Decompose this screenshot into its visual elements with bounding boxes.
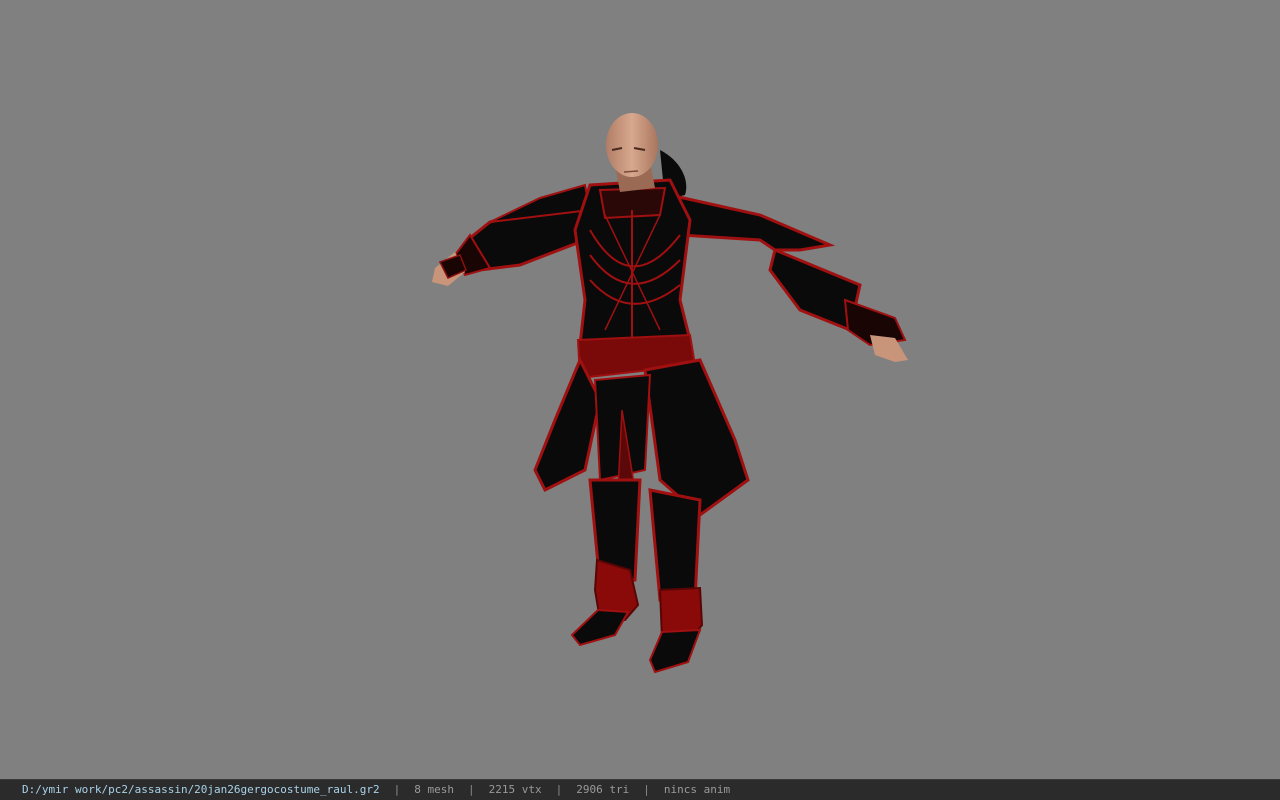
separator: |: [555, 783, 563, 796]
separator: |: [643, 783, 650, 796]
head: [606, 113, 658, 192]
vertex-count: 2215 vtx: [488, 783, 542, 796]
triangle-count: 2906 tri: [576, 783, 630, 796]
skirt: [533, 356, 750, 523]
separator: |: [468, 783, 475, 796]
character-model[interactable]: [0, 0, 1280, 779]
animation-status: nincs anim: [663, 783, 731, 796]
file-path: D:/ymir work/pc2/assassin/20jan26gergoco…: [22, 783, 380, 796]
3d-viewport[interactable]: [0, 0, 1280, 779]
separator: |: [393, 783, 401, 796]
mesh-count: 8 mesh: [414, 783, 454, 796]
status-bar: D:/ymir work/pc2/assassin/20jan26gergoco…: [0, 779, 1280, 800]
torso: [573, 178, 692, 347]
left-arm: [432, 183, 592, 286]
right-arm: [667, 193, 908, 362]
